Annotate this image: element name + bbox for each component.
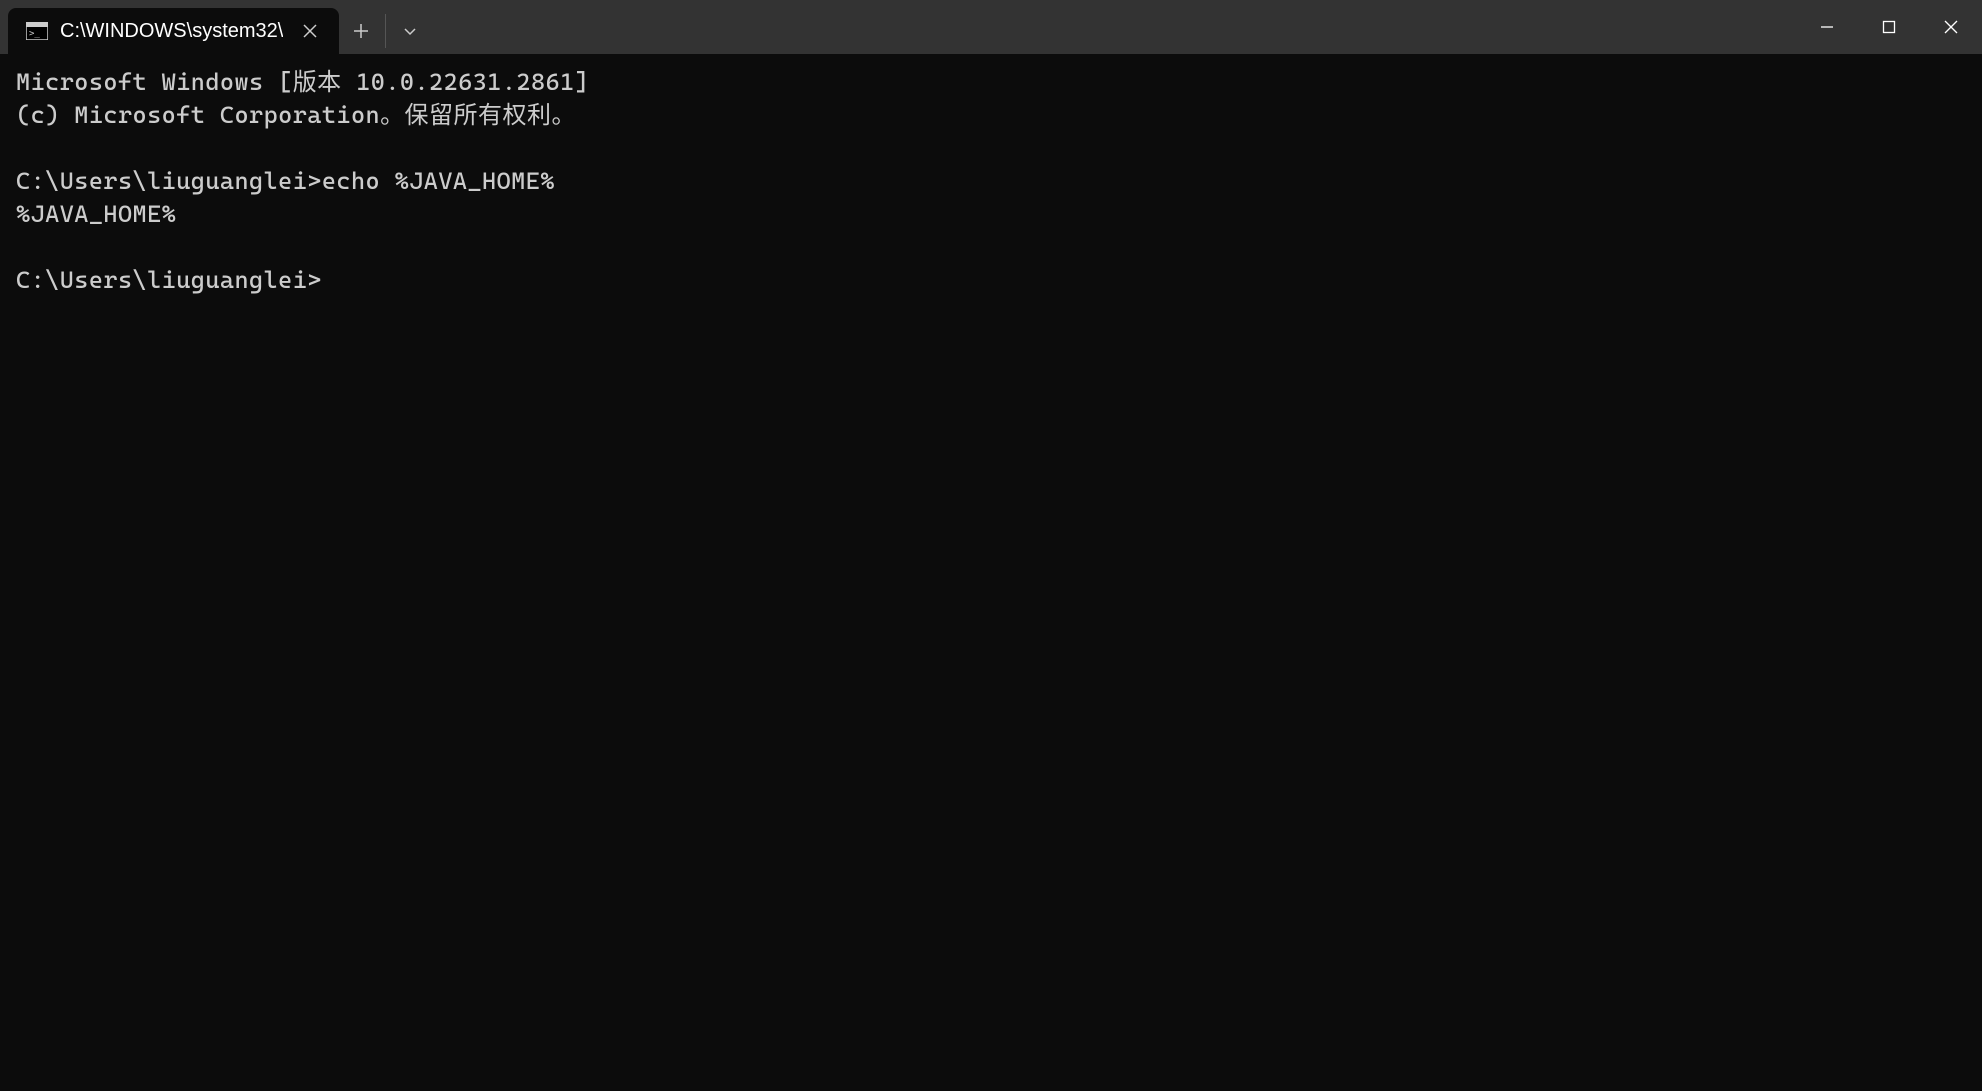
svg-text:>_: >_ (29, 29, 40, 39)
close-window-button[interactable] (1920, 0, 1982, 54)
tab-dropdown-button[interactable] (388, 8, 432, 54)
chevron-down-icon (403, 24, 417, 38)
output-line: C:\Users\liuguanglei>echo %JAVA_HOME% (16, 167, 555, 195)
tab-active[interactable]: >_ C:\WINDOWS\system32\ (8, 8, 339, 54)
minimize-button[interactable] (1796, 0, 1858, 54)
terminal-output: Microsoft Windows [版本 10.0.22631.2861] (… (16, 66, 1966, 297)
toolbar-divider (385, 14, 386, 48)
titlebar-drag-area[interactable] (432, 0, 1796, 54)
cmd-icon: >_ (26, 22, 48, 40)
window-controls (1796, 0, 1982, 54)
output-line: (c) Microsoft Corporation。保留所有权利。 (16, 101, 576, 129)
output-line: Microsoft Windows [版本 10.0.22631.2861] (16, 68, 589, 96)
maximize-button[interactable] (1858, 0, 1920, 54)
maximize-icon (1882, 20, 1896, 34)
terminal-viewport[interactable]: Microsoft Windows [版本 10.0.22631.2861] (… (0, 54, 1982, 1091)
tab-title: C:\WINDOWS\system32\ (60, 20, 283, 43)
plus-icon (353, 23, 369, 39)
tab-close-button[interactable] (295, 16, 325, 46)
prompt-line: C:\Users\liuguanglei> (16, 266, 322, 294)
title-bar: >_ C:\WINDOWS\system32\ (0, 0, 1982, 54)
close-icon (303, 24, 317, 38)
minimize-icon (1820, 20, 1834, 34)
output-line: %JAVA_HOME% (16, 200, 176, 228)
new-tab-button[interactable] (339, 8, 383, 54)
close-icon (1944, 20, 1958, 34)
